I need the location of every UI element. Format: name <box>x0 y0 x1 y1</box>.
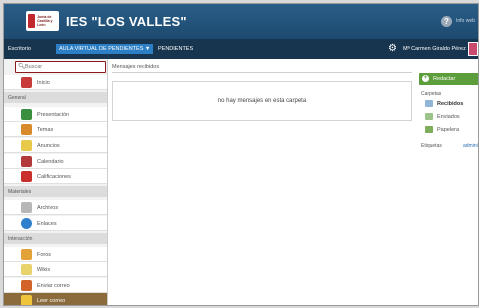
sidebar-item-label: Leer correo <box>37 298 66 304</box>
announcements-icon <box>21 140 32 151</box>
tags-header: Etiquetas <box>421 143 442 149</box>
sidebar-item-label: Inicio <box>37 80 50 86</box>
grades-icon <box>21 171 32 182</box>
site-header: Junta de Castilla y León IES "LOS VALLES… <box>4 4 478 39</box>
compose-label: Redactar <box>433 76 456 82</box>
search-input[interactable] <box>25 63 103 71</box>
sidebar-item-label: Temas <box>37 127 54 133</box>
send-mail-icon <box>21 280 32 291</box>
course-name: AULA VIRTUAL DE PENDIENTES <box>59 46 144 52</box>
sidebar-item-inicio[interactable]: Inicio <box>4 75 107 90</box>
sidebar-item-label: Foros <box>37 252 52 258</box>
site-title: IES "LOS VALLES" <box>66 14 187 29</box>
sidebar-item-calificaciones[interactable]: Calificaciones <box>4 169 107 184</box>
logo-text: Junta de Castilla y León <box>37 15 53 27</box>
gear-icon[interactable]: ⚙ <box>388 44 398 54</box>
folders-header: Carpetas <box>421 91 442 97</box>
institution-logo[interactable]: Junta de Castilla y León <box>26 11 59 31</box>
plus-icon: + <box>422 75 429 82</box>
presentation-icon <box>21 109 32 120</box>
user-name[interactable]: Mª Carmen Giraldo Pérez <box>403 46 466 52</box>
sidebar: 🔍︎ Inicio General Presentación Temas Anu… <box>4 59 108 305</box>
search-box: 🔍︎ <box>15 61 106 73</box>
home-icon <box>21 77 32 88</box>
manage-tags-link[interactable]: administrar <box>463 143 478 149</box>
coat-of-arms-icon <box>28 14 36 28</box>
sidebar-item-anuncios[interactable]: Anuncios <box>4 138 107 153</box>
sidebar-item-label: Calendario <box>37 159 64 165</box>
top-navbar: Escritorio AULA VIRTUAL DE PENDIENTES ▼ … <box>4 39 478 59</box>
sidebar-item-label: Anuncios <box>37 143 60 149</box>
mail-icon <box>21 295 32 305</box>
app-window: Junta de Castilla y León IES "LOS VALLES… <box>3 3 479 306</box>
page-title: Mensajes recibidos <box>112 64 160 70</box>
sidebar-item-archivos[interactable]: Archivos <box>4 200 107 215</box>
trash-icon <box>425 126 433 133</box>
sidebar-item-enviar-correo[interactable]: Enviar correo <box>4 278 107 293</box>
sidebar-item-wikis[interactable]: Wikis <box>4 262 107 277</box>
sidebar-item-presentacion[interactable]: Presentación <box>4 107 107 122</box>
chevron-down-icon: ▼ <box>144 46 151 52</box>
section-header-general: General <box>4 92 107 103</box>
wiki-pencil-icon <box>21 264 32 275</box>
info-link[interactable]: Info web <box>456 18 475 24</box>
sidebar-item-label: Presentación <box>37 112 70 118</box>
globe-icon <box>21 218 32 229</box>
compose-button[interactable]: + Redactar <box>419 73 478 85</box>
sidebar-item-label: Enlaces <box>37 221 57 227</box>
sidebar-item-temas[interactable]: Temas <box>4 122 107 137</box>
sidebar-item-enlaces[interactable]: Enlaces <box>4 216 107 231</box>
sidebar-item-label: Wikis <box>37 267 51 273</box>
nav-section-link[interactable]: PENDIENTES <box>158 46 193 52</box>
sidebar-item-calendario[interactable]: Calendario <box>4 154 107 169</box>
calendar-icon <box>21 156 32 167</box>
forums-icon <box>21 249 32 260</box>
sidebar-item-foros[interactable]: Foros <box>4 247 107 262</box>
sent-icon <box>425 113 433 120</box>
sidebar-item-leer-correo[interactable]: Leer correo <box>4 293 107 305</box>
topics-icon <box>21 124 32 135</box>
help-icon[interactable]: ? <box>441 16 452 27</box>
sidebar-item-label: Archivos <box>37 205 59 211</box>
message-list: no hay mensajes en esta carpeta <box>112 81 412 121</box>
course-selector[interactable]: AULA VIRTUAL DE PENDIENTES ▼ <box>56 44 154 54</box>
folder-label: Recibidos <box>437 101 464 107</box>
inbox-icon <box>425 100 433 107</box>
sidebar-item-label: Enviar correo <box>37 283 70 289</box>
section-header-interaccion: Interacción <box>4 233 107 244</box>
divider <box>112 72 412 73</box>
folder-label: Enviados <box>437 114 460 120</box>
folder-label: Papelera <box>437 127 460 133</box>
sidebar-item-label: Calificaciones <box>37 174 71 180</box>
files-icon <box>21 202 32 213</box>
nav-home-link[interactable]: Escritorio <box>8 46 31 52</box>
empty-state-message: no hay mensajes en esta carpeta <box>217 98 307 104</box>
avatar[interactable] <box>468 42 478 56</box>
section-header-materiales: Materiales <box>4 186 107 197</box>
